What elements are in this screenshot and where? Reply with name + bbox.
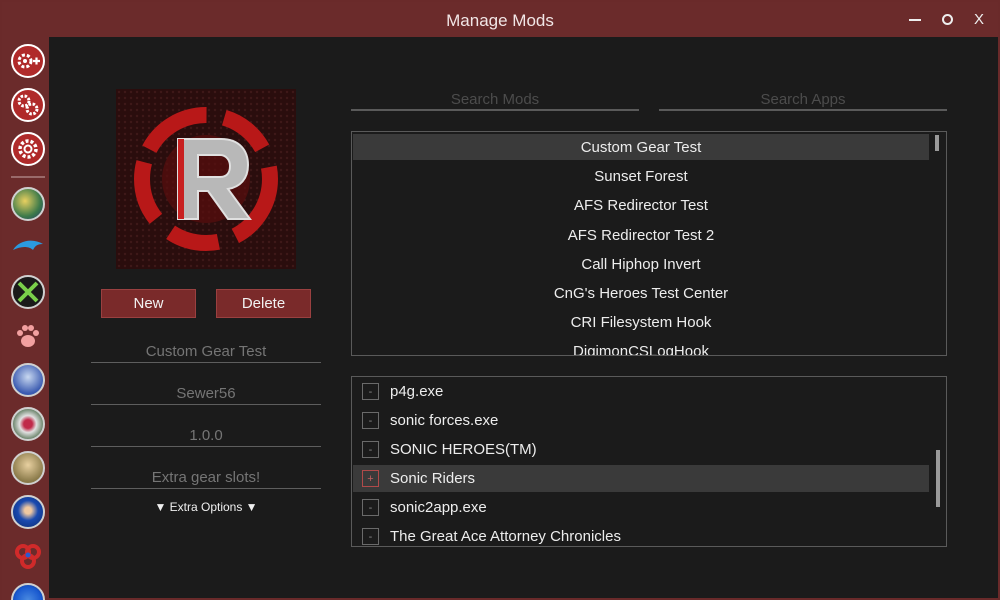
sidebar-app-heart[interactable] [11,407,45,441]
app-checkbox[interactable]: - [362,499,379,516]
sidebar-app-dolphin[interactable] [11,231,45,265]
gears-icon [17,94,39,116]
mod-author-field[interactable] [91,379,321,405]
app-name: sonic2app.exe [390,499,487,516]
app-list-item[interactable]: - SONIC HEROES(TM) [353,436,929,463]
add-gear-icon [17,53,40,69]
sidebar-app-xenia[interactable] [11,275,45,309]
sidebar [2,37,49,600]
manage-mods-button[interactable] [11,88,45,122]
mod-list-item[interactable]: Sunset Forest [353,163,929,189]
app-list-item[interactable]: - sonic2app.exe [353,494,929,521]
mod-list-item[interactable]: CRI Filesystem Hook [353,309,929,335]
sidebar-app-paw[interactable] [11,319,45,353]
app-name: The Great Ace Attorney Chronicles [390,528,621,545]
app-list-item[interactable]: - p4g.exe [353,378,929,405]
sidebar-divider [11,176,45,178]
sidebar-app-sonic2[interactable] [11,583,45,600]
settings-gear-icon [18,139,38,159]
search-apps-input[interactable] [659,90,947,111]
app-list-item[interactable]: - sonic forces.exe [353,407,929,434]
new-mod-button[interactable]: New [101,289,196,318]
paw-icon [17,325,39,347]
search-mods-input[interactable] [351,90,639,111]
mod-list[interactable]: Custom Gear Test Sunset Forest AFS Redir… [351,131,947,356]
app-icon-rings [15,544,41,569]
minimize-icon [909,19,921,21]
app-list-item[interactable]: - The Great Ace Attorney Chronicles [353,523,929,546]
app-name: SONIC HEROES(TM) [390,441,537,458]
close-button[interactable]: X [967,9,991,29]
app-checkbox[interactable]: - [362,441,379,458]
mod-logo[interactable] [116,89,296,269]
sidebar-app-blue[interactable] [11,363,45,397]
extra-options-toggle[interactable]: ▼ Extra Options ▼ [91,500,321,514]
app-checkbox-checked[interactable]: + [362,470,379,487]
app-list-scrollbar[interactable] [936,450,940,507]
app-checkbox[interactable]: - [362,383,379,400]
mod-list-scrollbar[interactable] [935,135,939,151]
mod-list-item[interactable]: DigimonCSLogHook [353,338,929,356]
app-checkbox[interactable]: - [362,528,379,545]
app-list-item[interactable]: + Sonic Riders [353,465,929,492]
maximize-button[interactable] [935,9,959,29]
add-mod-button[interactable] [11,44,45,78]
sidebar-app-rings[interactable] [11,539,45,573]
app-name: p4g.exe [390,383,444,400]
mod-list-item[interactable]: CnG's Heroes Test Center [353,280,929,306]
mod-list-item[interactable]: Custom Gear Test [353,134,929,160]
app-name: Sonic Riders [390,470,476,487]
mod-name-field[interactable] [91,337,321,363]
maximize-icon [941,13,953,25]
mod-list-item[interactable]: Call Hiphop Invert [353,251,929,277]
close-icon: X [973,10,984,28]
app-name: sonic forces.exe [390,412,499,429]
mod-description-field[interactable] [91,463,321,489]
mod-list-item[interactable]: AFS Redirector Test 2 [353,222,929,248]
mod-version-field[interactable] [91,421,321,447]
sidebar-app-1[interactable] [11,187,45,221]
app-list[interactable]: - p4g.exe - sonic forces.exe - SONIC HER… [351,376,947,547]
app-checkbox[interactable]: - [362,412,379,429]
app-window: Manage Mods X New Delete Custom Gear Tes… [0,0,1000,600]
reloaded-logo-icon [116,89,296,269]
settings-button[interactable] [11,132,45,166]
sidebar-app-sonic[interactable] [11,495,45,529]
minimize-button[interactable] [903,9,927,29]
title-bar[interactable]: Manage Mods X [2,2,998,37]
delete-mod-button[interactable]: Delete [216,289,311,318]
xenia-icon [17,281,39,303]
dolphin-icon [13,240,43,250]
sidebar-app-character[interactable] [11,451,45,485]
mod-list-item[interactable]: AFS Redirector Test [353,192,929,218]
window-title: Manage Mods [446,11,554,30]
